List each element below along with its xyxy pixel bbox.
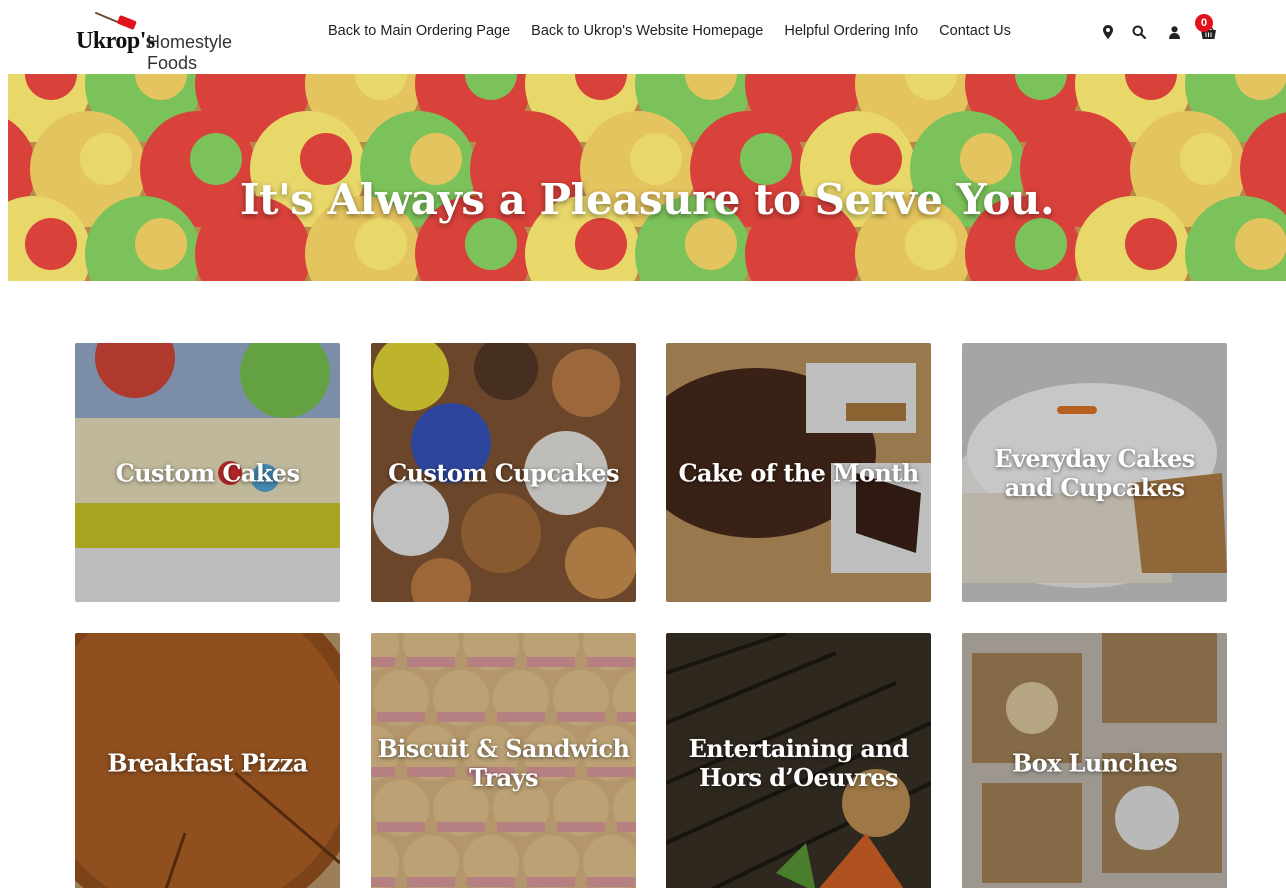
category-label: Entertaining and Hors d’Oeuvres [688,733,909,792]
spoon-logo-icon [95,12,137,30]
category-tile-cake-of-month[interactable]: Cake of the Month [666,343,931,602]
hero-title: It's Always a Pleasure to Serve You. [239,175,1055,224]
search-icon[interactable] [1129,22,1149,42]
category-tile-biscuit-trays[interactable]: Biscuit & Sandwich Trays [371,633,636,888]
category-tile-breakfast-pizza[interactable]: Breakfast Pizza [75,633,340,888]
nav-link-contact[interactable]: Contact Us [939,23,1011,39]
category-label: Box Lunches [1012,748,1178,777]
category-label: Everyday Cakes and Cupcakes [994,443,1195,502]
nav-link-main-ordering[interactable]: Back to Main Ordering Page [328,23,510,39]
category-label: Breakfast Pizza [107,748,308,777]
brand-name: Ukrop's [76,28,155,54]
cart-count-badge[interactable]: 0 [1195,14,1213,32]
user-icon[interactable] [1164,22,1184,42]
brand-logo[interactable]: Ukrop's Homestyle Foods [76,10,286,73]
category-tile-everyday-cakes[interactable]: Everyday Cakes and Cupcakes [962,343,1227,602]
nav-link-website-home[interactable]: Back to Ukrop's Website Homepage [531,23,763,39]
category-label: Custom Cupcakes [388,458,619,487]
nav-link-ordering-info[interactable]: Helpful Ordering Info [784,23,918,39]
map-marker-icon[interactable] [1098,22,1118,42]
main-nav: Back to Main Ordering Page Back to Ukrop… [328,23,1032,39]
category-tile-box-lunches[interactable]: Box Lunches [962,633,1227,888]
category-label: Biscuit & Sandwich Trays [377,733,630,792]
category-tile-entertaining[interactable]: Entertaining and Hors d’Oeuvres [666,633,931,888]
category-tile-custom-cupcakes[interactable]: Custom Cupcakes [371,343,636,602]
category-label: Custom Cakes [115,458,300,487]
hero-banner: It's Always a Pleasure to Serve You. [8,74,1286,281]
category-label: Cake of the Month [678,458,919,487]
brand-tagline: Homestyle Foods [147,32,233,73]
category-tile-custom-cakes[interactable]: Custom Cakes [75,343,340,602]
site-header: Ukrop's Homestyle Foods Back to Main Ord… [0,0,1286,74]
